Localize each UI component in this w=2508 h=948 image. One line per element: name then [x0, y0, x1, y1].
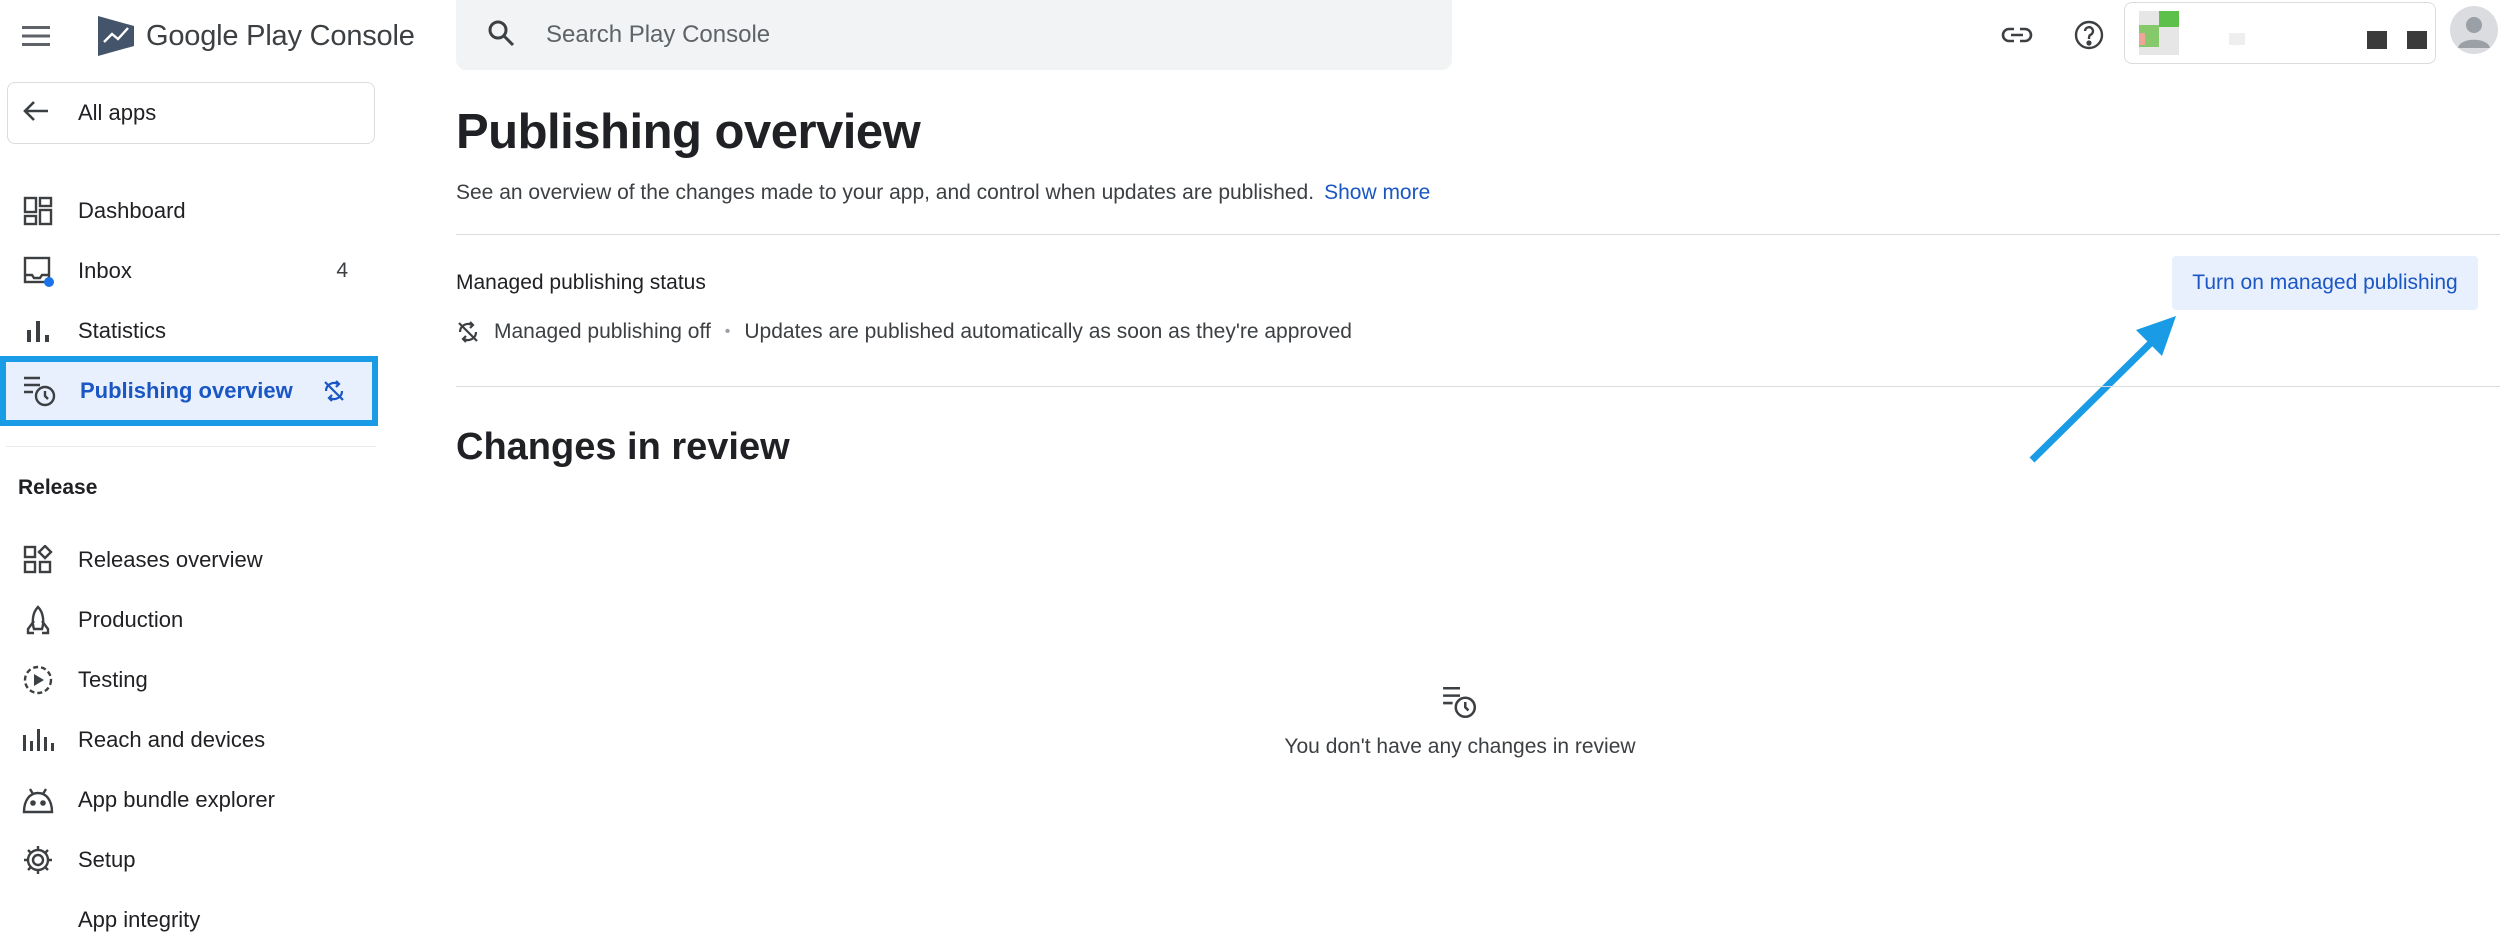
- play-console-logo[interactable]: Google Play Console: [96, 14, 415, 58]
- menu-icon[interactable]: [20, 20, 52, 52]
- managed-status-heading: Managed publishing status: [456, 271, 706, 294]
- all-apps-button[interactable]: All apps: [7, 82, 375, 144]
- sidebar-item-label: Releases overview: [78, 547, 263, 572]
- sidebar-item-label: Setup: [78, 847, 136, 872]
- managed-status-value: Managed publishing off: [494, 320, 711, 343]
- sidebar-item-production[interactable]: Production: [4, 591, 374, 649]
- sidebar-item-label: App bundle explorer: [78, 787, 275, 812]
- empty-state-text: You don't have any changes in review: [1284, 735, 1636, 758]
- sync-off-icon: [456, 320, 480, 344]
- reach-icon: [18, 720, 58, 760]
- brand-name: Google Play Console: [146, 19, 415, 52]
- bundle-icon: [18, 780, 58, 820]
- sidebar-item-testing[interactable]: Testing: [4, 651, 374, 709]
- sidebar-item-publishing-overview[interactable]: Publishing overview: [0, 356, 378, 426]
- sidebar-item-label: Production: [78, 607, 184, 632]
- sidebar-item-dashboard[interactable]: Dashboard: [4, 182, 374, 240]
- sidebar-item-label: Testing: [78, 667, 148, 692]
- divider: [456, 386, 2500, 387]
- release-section-label: Release: [18, 476, 98, 499]
- link-icon[interactable]: [1996, 14, 2038, 56]
- brand: Google Play Console: [20, 8, 415, 64]
- sidebar-item-app-bundle-explorer[interactable]: App bundle explorer: [4, 771, 374, 829]
- annotation-arrow: [2029, 316, 2176, 463]
- search-input[interactable]: [546, 21, 1366, 49]
- bar-chart-icon: [18, 311, 58, 351]
- dashboard-icon: [18, 191, 58, 231]
- inbox-icon: [18, 251, 58, 291]
- arrow-back-icon: [22, 99, 50, 128]
- empty-state: [1260, 684, 1660, 725]
- sidebar-item-label: Statistics: [78, 318, 167, 343]
- search-bar[interactable]: [456, 0, 1452, 70]
- show-more-link[interactable]: Show more: [1324, 181, 1430, 204]
- sidebar-item-setup[interactable]: Setup: [4, 831, 374, 889]
- production-icon: [18, 600, 58, 640]
- publishing-icon: [20, 371, 60, 411]
- gear-icon: [18, 840, 58, 880]
- turn-on-managed-publishing-button[interactable]: Turn on managed publishing: [2172, 256, 2478, 310]
- publishing-icon: [1441, 687, 1479, 724]
- sidebar-item-reach-and-devices[interactable]: Reach and devices: [4, 711, 374, 769]
- sidebar-item-label: App integrity: [78, 907, 201, 932]
- page-title: Publishing overview: [456, 105, 921, 159]
- managed-status-line: Managed publishing off • Updates are pub…: [456, 320, 1352, 344]
- sidebar-item-label: Reach and devices: [78, 727, 266, 752]
- sidebar: Google Play Console All apps Dashboard I…: [0, 0, 415, 948]
- page-description: See an overview of the changes made to y…: [456, 181, 1430, 205]
- managed-status-detail: Updates are published automatically as s…: [744, 320, 1352, 343]
- search-icon: [486, 18, 516, 53]
- divider: [456, 234, 2500, 235]
- avatar[interactable]: [2450, 6, 2498, 54]
- account-thumbnail: [2139, 11, 2427, 55]
- changes-in-review-title: Changes in review: [456, 426, 790, 468]
- all-apps-label: All apps: [78, 100, 157, 125]
- inbox-count-badge: 4: [336, 259, 348, 282]
- sidebar-item-label: Inbox: [78, 258, 132, 283]
- releases-icon: [18, 540, 58, 580]
- help-icon[interactable]: [2068, 14, 2110, 56]
- sidebar-item-label: Dashboard: [78, 198, 186, 223]
- page-description-text: See an overview of the changes made to y…: [456, 181, 1315, 204]
- app-integrity-spacer: [18, 900, 58, 940]
- sync-off-icon: [322, 379, 346, 408]
- sidebar-item-label: Publishing overview: [80, 378, 293, 403]
- sidebar-item-inbox[interactable]: Inbox 4: [4, 242, 374, 300]
- sidebar-divider: [6, 446, 376, 447]
- sidebar-item-app-integrity[interactable]: App integrity: [4, 891, 374, 948]
- account-switcher[interactable]: [2124, 2, 2436, 64]
- sidebar-item-statistics[interactable]: Statistics: [4, 302, 374, 360]
- testing-icon: [18, 660, 58, 700]
- sidebar-item-releases-overview[interactable]: Releases overview: [4, 531, 374, 589]
- separator-dot: •: [724, 323, 731, 340]
